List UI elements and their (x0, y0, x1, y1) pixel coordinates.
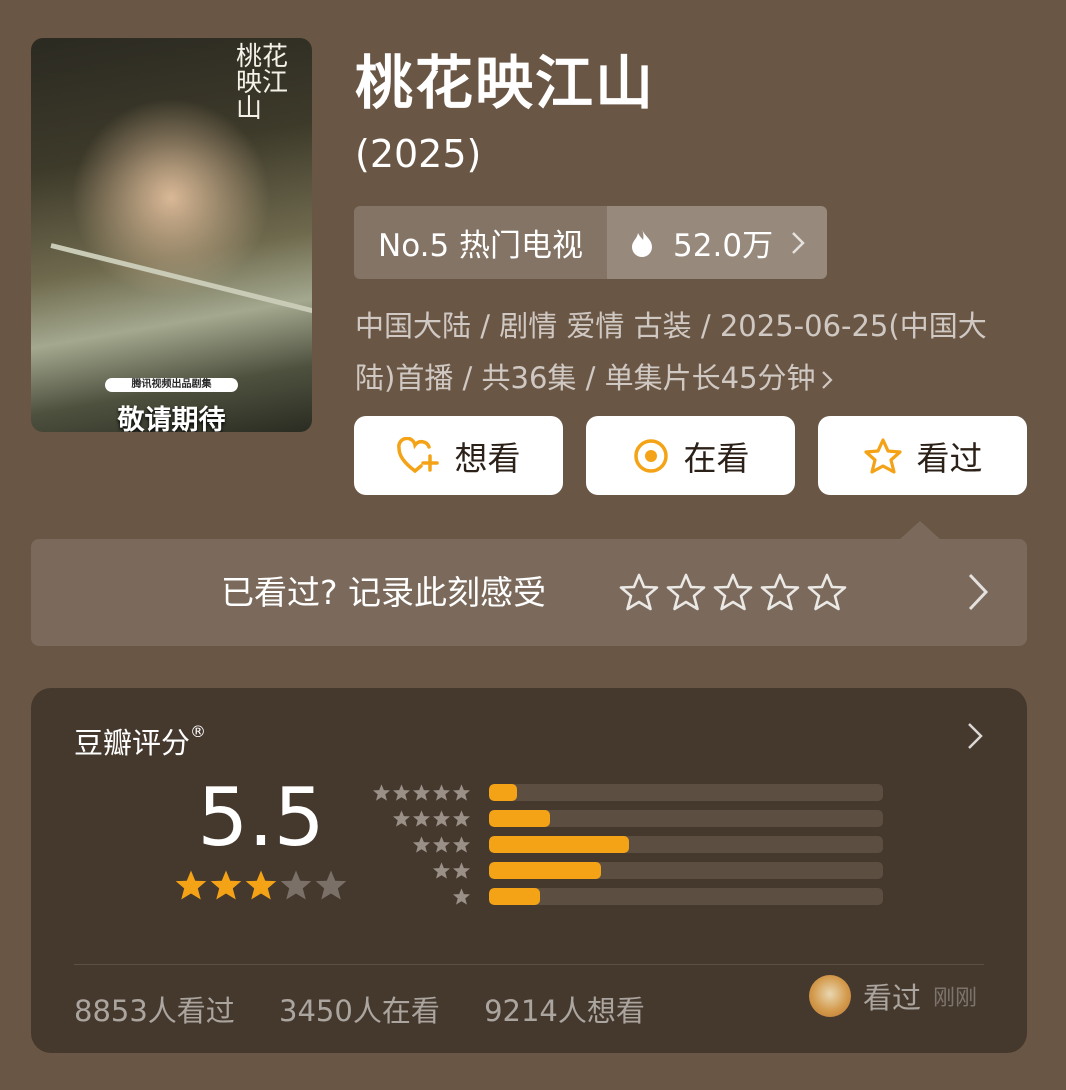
rating-label: 豆瓣评分® (74, 720, 206, 762)
rating-bar-fill (489, 861, 602, 879)
page-title: 桃花映江山 (355, 49, 656, 117)
star-empty-icon (280, 870, 312, 900)
activity-time: 刚刚 (933, 986, 978, 1011)
star-mini-icon (412, 835, 431, 853)
star-mini-icon (452, 783, 471, 801)
rating-score: 5.5 (197, 771, 325, 864)
heat-value: 52.0万 (673, 228, 774, 264)
star-outline-icon[interactable] (760, 572, 800, 612)
meta-line-2-row: 陆)首播 / 共36集 / 单集片长45分钟 (355, 352, 1035, 404)
rating-label-text: 豆瓣评分 (74, 726, 191, 760)
audience-counts: 8853人看过 3450人在看 9214人想看 (74, 988, 680, 1030)
star-outline-icon[interactable] (619, 572, 659, 612)
chevron-right-icon (968, 723, 983, 749)
want-to-watch-button[interactable]: 想看 (354, 416, 563, 495)
poster-calligraphy: 桃花映江山 (236, 42, 289, 124)
star-filled-icon (210, 870, 242, 900)
release-year: (2025) (355, 132, 482, 176)
mini-stars (371, 783, 471, 802)
star-filled-icon (175, 870, 207, 900)
watching-button[interactable]: 在看 (586, 416, 795, 495)
avatar (809, 975, 851, 1017)
target-circle-icon (633, 438, 668, 473)
rating-bar-track (489, 835, 883, 853)
star-mini-icon (452, 887, 471, 905)
mini-stars (371, 809, 471, 828)
registered-mark: ® (190, 722, 207, 741)
star-outline-icon (863, 437, 902, 474)
star-mini-icon (452, 861, 471, 879)
watched-button[interactable]: 看过 (818, 416, 1027, 495)
watched-label: 看过 (916, 438, 983, 478)
star-mini-icon (412, 809, 431, 827)
rating-bar-fill (489, 887, 541, 905)
activity-label: 看过 (863, 981, 922, 1015)
mini-stars (371, 887, 471, 906)
heat-section[interactable]: 52.0万 (607, 206, 828, 279)
watching-count: 3450人在看 (279, 994, 440, 1028)
rank-badge[interactable]: No.5 热门电视 52.0万 (354, 206, 828, 279)
chevron-right-icon (968, 573, 989, 611)
star-mini-icon (452, 835, 471, 853)
douban-rating-card[interactable]: 豆瓣评分® 5.5 8853人看过 3450人在看 9214人想看 看过 刚刚 (31, 688, 1027, 1053)
star-filled-icon (245, 870, 277, 900)
mini-stars (371, 861, 471, 880)
rating-bar-fill (489, 783, 517, 801)
rating-bar-track (489, 887, 883, 905)
star-outline-icon[interactable] (807, 572, 847, 612)
mini-stars (371, 835, 471, 854)
friend-activity[interactable]: 看过 刚刚 (809, 975, 977, 1017)
record-pointer (899, 521, 941, 540)
star-outline-icon[interactable] (713, 572, 753, 612)
watching-label: 在看 (683, 438, 750, 478)
star-mini-icon (412, 783, 431, 801)
chevron-right-icon (821, 371, 833, 389)
star-mini-icon (432, 809, 451, 827)
star-mini-icon (432, 783, 451, 801)
record-prompt: 已看过? 记录此刻感受 (221, 573, 547, 612)
want-to-watch-label: 想看 (454, 438, 521, 478)
divider (74, 964, 984, 965)
star-outline-icon[interactable] (666, 572, 706, 612)
star-empty-icon (315, 870, 347, 900)
rating-bar-track (489, 809, 883, 827)
rating-bar-fill (489, 835, 629, 853)
rating-bar-track (489, 783, 883, 801)
poster-promo: 敬请期待 (117, 405, 226, 432)
rating-bar-track (489, 861, 883, 879)
poster-band: 腾讯视频出品剧集 (105, 378, 238, 392)
meta-line-2: 陆)首播 / 共36集 / 单集片长45分钟 (355, 361, 816, 395)
rating-row-2-star (371, 861, 883, 879)
want-count: 9214人想看 (484, 994, 645, 1028)
record-feeling-bar[interactable]: 已看过? 记录此刻感受 (31, 539, 1027, 646)
star-mini-icon (452, 809, 471, 827)
star-mini-icon (392, 809, 411, 827)
star-mini-icon (432, 861, 451, 879)
heart-plus-icon (396, 436, 439, 473)
poster-figure-glow (71, 98, 271, 298)
rank-label: No.5 热门电视 (354, 206, 608, 279)
flame-icon (632, 228, 653, 257)
star-mini-icon (432, 835, 451, 853)
show-meta[interactable]: 中国大陆 / 剧情 爱情 古装 / 2025-06-25(中国大 陆)首播 / … (355, 300, 1035, 404)
star-mini-icon (392, 783, 411, 801)
rating-row-3-star (371, 835, 883, 853)
chevron-right-icon (792, 231, 805, 254)
star-mini-icon (372, 783, 391, 801)
rating-row-1-star (371, 887, 883, 905)
rating-stars (174, 868, 349, 902)
rate-stars[interactable] (619, 572, 854, 612)
rating-row-5-star (371, 783, 883, 801)
poster-image[interactable]: 桃花映江山 腾讯视频出品剧集 敬请期待 (31, 38, 312, 432)
rating-row-4-star (371, 809, 883, 827)
meta-line-1: 中国大陆 / 剧情 爱情 古装 / 2025-06-25(中国大 (355, 309, 987, 343)
rating-bar-fill (489, 809, 551, 827)
watched-count: 8853人看过 (74, 994, 235, 1028)
